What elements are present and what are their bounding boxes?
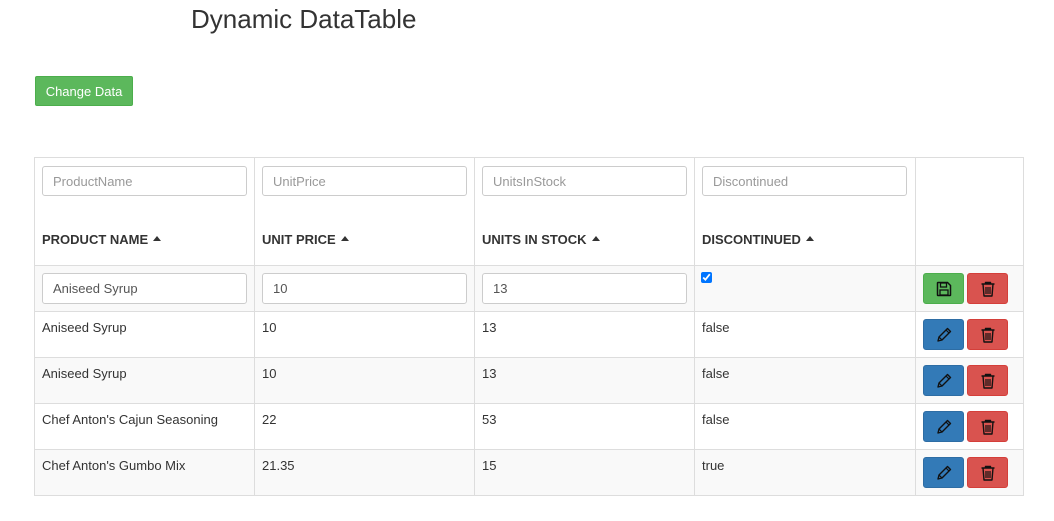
trash-icon xyxy=(981,465,994,481)
filter-input-product-name[interactable] xyxy=(42,166,247,196)
edit-input-product-name[interactable] xyxy=(42,273,247,304)
edit-input-units-in-stock[interactable] xyxy=(482,273,687,304)
cell-unit-price: 21.35 xyxy=(254,449,475,496)
filter-input-discontinued[interactable] xyxy=(702,166,907,196)
cell-product-name: Chef Anton's Cajun Seasoning xyxy=(34,403,255,450)
trash-icon xyxy=(981,373,994,389)
floppy-disk-icon xyxy=(936,281,951,296)
cell-text: false xyxy=(702,412,730,427)
edit-checkbox-discontinued[interactable] xyxy=(701,272,712,283)
cell-units-in-stock: 53 xyxy=(474,403,695,450)
cell-text: 13 xyxy=(482,320,497,335)
column-header-units-in-stock: UNITS IN STOCK xyxy=(474,157,695,266)
table-row: Aniseed Syrup 10 13 false xyxy=(34,357,1024,404)
sort-up-icon xyxy=(591,236,600,241)
column-header-actions xyxy=(915,157,1024,266)
page: Dynamic DataTable Change Data PRODUCT NA… xyxy=(0,0,1054,521)
sort-header-product-name[interactable]: PRODUCT NAME xyxy=(42,232,162,247)
edit-cell-unit-price xyxy=(254,265,475,312)
column-header-discontinued: DISCONTINUED xyxy=(694,157,916,266)
header-label: DISCONTINUED xyxy=(702,232,801,247)
cell-text: 10 xyxy=(262,366,277,381)
edit-cell-product-name xyxy=(34,265,255,312)
trash-icon xyxy=(981,327,994,343)
sort-up-icon xyxy=(805,236,814,241)
table-row: Chef Anton's Gumbo Mix 21.35 15 true xyxy=(34,449,1024,496)
cell-unit-price: 22 xyxy=(254,403,475,450)
cell-unit-price: 10 xyxy=(254,357,475,404)
actions-cell xyxy=(915,403,1024,450)
pencil-icon xyxy=(936,327,951,342)
cell-text: 22 xyxy=(262,412,277,427)
edit-input-unit-price[interactable] xyxy=(262,273,467,304)
edit-button[interactable] xyxy=(923,365,964,396)
cell-text: Aniseed Syrup xyxy=(42,320,127,335)
cell-units-in-stock: 13 xyxy=(474,311,695,358)
cell-units-in-stock: 13 xyxy=(474,357,695,404)
cell-text: false xyxy=(702,320,730,335)
cell-unit-price: 10 xyxy=(254,311,475,358)
sort-header-units-in-stock[interactable]: UNITS IN STOCK xyxy=(482,232,600,247)
sort-header-discontinued[interactable]: DISCONTINUED xyxy=(702,232,814,247)
table-row: Aniseed Syrup 10 13 false xyxy=(34,311,1024,358)
cell-text: Aniseed Syrup xyxy=(42,366,127,381)
change-data-button[interactable]: Change Data xyxy=(35,76,133,106)
edit-button[interactable] xyxy=(923,319,964,350)
table-header-row: PRODUCT NAME UNIT PRICE UNITS IN STOCK D… xyxy=(34,157,1024,266)
header-label: UNITS IN STOCK xyxy=(482,232,587,247)
delete-button[interactable] xyxy=(967,319,1008,350)
cell-text: Chef Anton's Gumbo Mix xyxy=(42,458,186,473)
trash-icon xyxy=(981,419,994,435)
column-header-product-name: PRODUCT NAME xyxy=(34,157,255,266)
edit-cell-units-in-stock xyxy=(474,265,695,312)
header-label: UNIT PRICE xyxy=(262,232,336,247)
cell-text: true xyxy=(702,458,725,473)
cell-product-name: Chef Anton's Gumbo Mix xyxy=(34,449,255,496)
pencil-icon xyxy=(936,465,951,480)
sort-header-unit-price[interactable]: UNIT PRICE xyxy=(262,232,349,247)
cell-product-name: Aniseed Syrup xyxy=(34,311,255,358)
filter-input-units-in-stock[interactable] xyxy=(482,166,687,196)
page-title: Dynamic DataTable xyxy=(191,4,417,34)
edit-cell-discontinued xyxy=(694,265,916,312)
trash-icon xyxy=(981,281,994,297)
data-table: PRODUCT NAME UNIT PRICE UNITS IN STOCK D… xyxy=(34,157,1024,496)
cell-product-name: Aniseed Syrup xyxy=(34,357,255,404)
actions-cell xyxy=(915,265,1024,312)
actions-cell xyxy=(915,357,1024,404)
table-row: Chef Anton's Cajun Seasoning 22 53 false xyxy=(34,403,1024,450)
cell-text: 13 xyxy=(482,366,497,381)
pencil-icon xyxy=(936,419,951,434)
cell-discontinued: false xyxy=(694,403,916,450)
sort-up-icon xyxy=(153,236,162,241)
table-row-editing xyxy=(34,265,1024,312)
cell-text: 15 xyxy=(482,458,497,473)
column-header-unit-price: UNIT PRICE xyxy=(254,157,475,266)
actions-cell xyxy=(915,449,1024,496)
sort-up-icon xyxy=(340,236,349,241)
delete-button[interactable] xyxy=(967,457,1008,488)
cell-units-in-stock: 15 xyxy=(474,449,695,496)
cell-discontinued: false xyxy=(694,357,916,404)
cell-discontinued: false xyxy=(694,311,916,358)
save-button[interactable] xyxy=(923,273,964,304)
edit-button[interactable] xyxy=(923,411,964,442)
delete-button[interactable] xyxy=(967,365,1008,396)
cell-text: 53 xyxy=(482,412,497,427)
cell-text: 10 xyxy=(262,320,277,335)
actions-cell xyxy=(915,311,1024,358)
delete-button[interactable] xyxy=(967,411,1008,442)
header-label: PRODUCT NAME xyxy=(42,232,149,247)
cell-text: Chef Anton's Cajun Seasoning xyxy=(42,412,218,427)
cell-text: 21.35 xyxy=(262,458,295,473)
pencil-icon xyxy=(936,373,951,388)
edit-button[interactable] xyxy=(923,457,964,488)
cell-text: false xyxy=(702,366,730,381)
filter-input-unit-price[interactable] xyxy=(262,166,467,196)
cell-discontinued: true xyxy=(694,449,916,496)
delete-button[interactable] xyxy=(967,273,1008,304)
